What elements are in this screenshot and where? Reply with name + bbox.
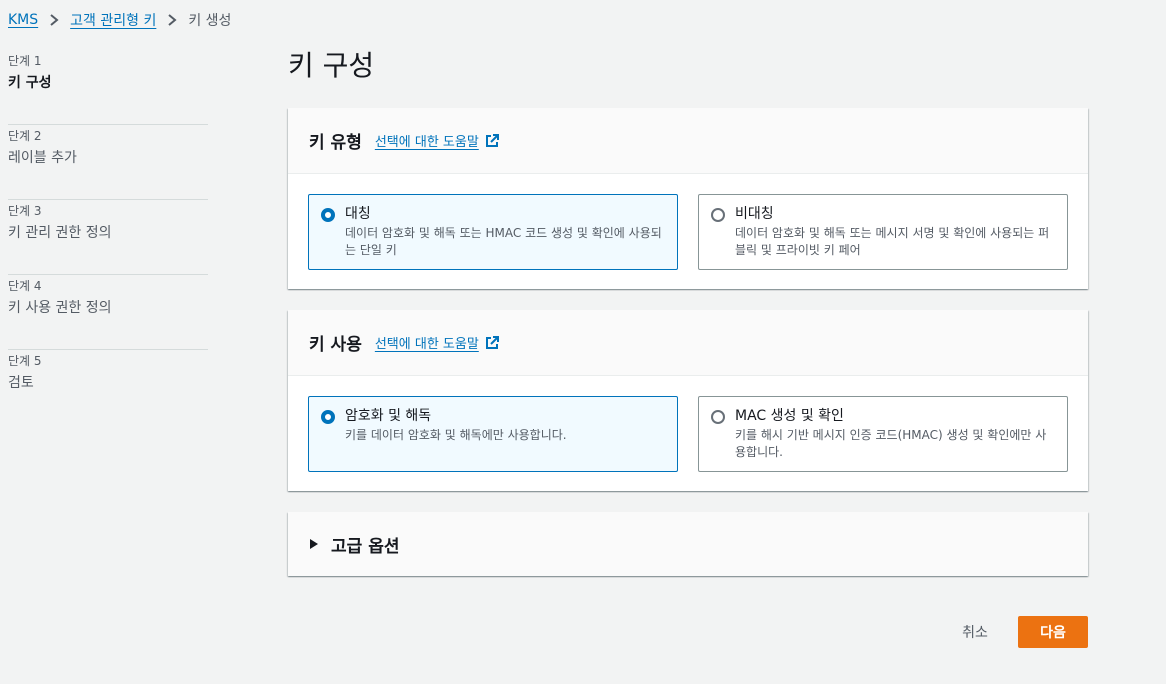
wizard-step-1[interactable]: 단계 1 키 구성: [8, 50, 208, 125]
key-usage-help-link[interactable]: 선택에 대한 도움말: [375, 333, 499, 352]
tile-description: 키를 해시 기반 메시지 인증 코드(HMAC) 생성 및 확인에만 사용합니다…: [735, 428, 1047, 459]
step-label: 레이블 추가: [8, 150, 77, 166]
wizard-step-3[interactable]: 단계 3 키 관리 권한 정의: [8, 200, 208, 275]
radio-checked-icon[interactable]: [321, 410, 335, 424]
key-type-header: 키 유형 선택에 대한 도움말: [288, 108, 1088, 174]
chevron-right-icon: [166, 13, 178, 27]
key-type-symmetric-tile[interactable]: 대칭 데이터 암호화 및 해독 또는 HMAC 코드 생성 및 확인에 사용되는…: [308, 194, 678, 270]
tile-description: 데이터 암호화 및 해독 또는 HMAC 코드 생성 및 확인에 사용되는 단일…: [345, 226, 662, 257]
chevron-right-icon: [48, 13, 60, 27]
page-title: 키 구성: [288, 49, 375, 82]
key-usage-options: 암호화 및 해독 키를 데이터 암호화 및 해독에만 사용합니다. MAC 생성…: [288, 376, 1088, 492]
radio-unchecked-icon[interactable]: [711, 208, 725, 222]
step-label: 키 사용 권한 정의: [8, 300, 112, 316]
tile-title: 비대칭: [735, 206, 774, 222]
cancel-button[interactable]: 취소: [948, 616, 1002, 648]
breadcrumb-current: 키 생성: [188, 13, 232, 29]
key-type-help-link[interactable]: 선택에 대한 도움말: [375, 131, 499, 150]
advanced-options-title: 고급 옵션: [331, 536, 400, 557]
external-link-icon: [485, 335, 499, 350]
key-type-asymmetric-tile[interactable]: 비대칭 데이터 암호화 및 해독 또는 메시지 서명 및 확인에 사용되는 퍼블…: [698, 194, 1068, 270]
step-number: 단계 3: [8, 204, 42, 218]
key-type-title: 키 유형: [309, 133, 362, 153]
key-usage-title: 키 사용: [309, 335, 362, 355]
tile-description: 데이터 암호화 및 해독 또는 메시지 서명 및 확인에 사용되는 퍼블릭 및 …: [735, 226, 1050, 257]
help-link-label: 선택에 대한 도움말: [374, 337, 479, 352]
caret-right-icon: [309, 538, 319, 550]
tile-title: 대칭: [345, 206, 371, 222]
radio-checked-icon[interactable]: [321, 208, 335, 222]
step-number: 단계 4: [8, 279, 42, 293]
breadcrumb-kms-link[interactable]: KMS: [8, 12, 38, 28]
key-usage-encrypt-tile[interactable]: 암호화 및 해독 키를 데이터 암호화 및 해독에만 사용합니다.: [308, 396, 678, 472]
key-usage-header: 키 사용 선택에 대한 도움말: [288, 310, 1088, 376]
tile-title: 암호화 및 해독: [345, 408, 432, 424]
wizard-steps: 단계 1 키 구성 단계 2 레이블 추가 단계 3 키 관리 권한 정의 단계…: [8, 50, 208, 425]
key-usage-panel: 키 사용 선택에 대한 도움말 암호화 및 해독 키를 데이터 암호화 및 해독…: [288, 310, 1088, 491]
key-type-options: 대칭 데이터 암호화 및 해독 또는 HMAC 코드 생성 및 확인에 사용되는…: [288, 174, 1088, 290]
step-label: 키 관리 권한 정의: [8, 225, 112, 241]
step-number: 단계 5: [8, 354, 42, 368]
breadcrumb: KMS 고객 관리형 키 키 생성: [8, 10, 231, 30]
next-button[interactable]: 다음: [1018, 616, 1088, 648]
breadcrumb-customer-keys-link[interactable]: 고객 관리형 키: [70, 10, 156, 30]
wizard-step-2[interactable]: 단계 2 레이블 추가: [8, 125, 208, 200]
step-label: 키 구성: [8, 75, 52, 91]
wizard-step-4[interactable]: 단계 4 키 사용 권한 정의: [8, 275, 208, 350]
radio-unchecked-icon[interactable]: [711, 410, 725, 424]
step-number: 단계 1: [8, 54, 42, 68]
tile-description: 키를 데이터 암호화 및 해독에만 사용합니다.: [345, 428, 567, 442]
key-type-panel: 키 유형 선택에 대한 도움말 대칭 데이터 암호화 및 해독 또는 HMAC …: [288, 108, 1088, 289]
help-link-label: 선택에 대한 도움말: [374, 135, 479, 150]
key-usage-mac-tile[interactable]: MAC 생성 및 확인 키를 해시 기반 메시지 인증 코드(HMAC) 생성 …: [698, 396, 1068, 472]
wizard-step-5[interactable]: 단계 5 검토: [8, 350, 208, 425]
advanced-options-toggle[interactable]: 고급 옵션: [288, 512, 1088, 576]
tile-title: MAC 생성 및 확인: [735, 408, 844, 424]
step-number: 단계 2: [8, 129, 42, 143]
external-link-icon: [485, 133, 499, 148]
step-label: 검토: [8, 375, 34, 391]
